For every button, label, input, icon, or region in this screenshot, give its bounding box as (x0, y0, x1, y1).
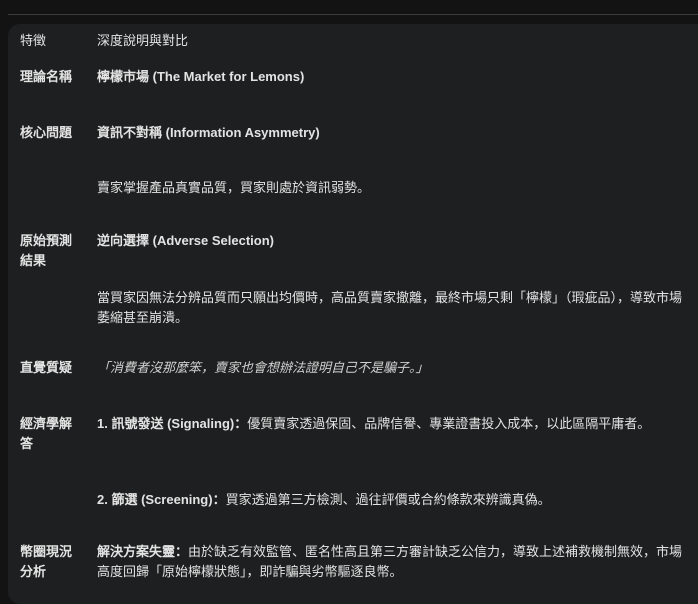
row-value-intuition: 「消費者沒那麼笨，賣家也會想辦法證明自己不是騙子。」 (97, 360, 429, 375)
signaling-text: 優質賣家透過保固、品牌信譽、專業證書投入成本，以此區隔平庸者。 (247, 416, 651, 431)
signaling-title: 1. 訊號發送 (Signaling)： (97, 416, 248, 431)
row-value-prediction: 逆向選擇 (Adverse Selection) (97, 231, 687, 251)
row-label-economics-answer: 經濟學解答 (20, 416, 73, 451)
divider (8, 14, 698, 15)
row-value-crypto-analysis: 解決方案失靈：由於缺乏有效監管、匿名性高且第三方審計缺乏公信力，導致上述補救機制… (97, 542, 687, 582)
value-bold: 解決方案失靈： (97, 544, 189, 559)
screening-title: 2. 篩選 (Screening)： (97, 492, 226, 507)
screening-text: 買家透過第三方檢測、過往評價或合約條款來辨識真偽。 (225, 492, 551, 507)
row-detail-prediction: 當買家因無法分辨品質而只願出均價時，高品質賣家撤離，最終市場只剩「檸檬」（瑕疵品… (97, 290, 683, 325)
table-header-label: 特徵 (20, 33, 47, 48)
value-bold: 檸檬市場 (The Market for Lemons) (97, 69, 305, 84)
value-bold: 資訊不對稱 (Information Asymmetry) (97, 125, 320, 140)
row-label-prediction: 原始預測結果 (20, 233, 73, 268)
row-value-core-problem: 資訊不對稱 (Information Asymmetry) (97, 123, 687, 143)
row-label-intuition: 直覺質疑 (20, 360, 73, 375)
row-value-theory-name: 檸檬市場 (The Market for Lemons) (97, 67, 687, 87)
row-value-signaling: 1. 訊號發送 (Signaling)：優質賣家透過保固、品牌信譽、專業證書投入… (97, 414, 687, 434)
row-label-core-problem: 核心問題 (20, 125, 73, 140)
table-header-value: 深度說明與對比 (97, 33, 189, 48)
row-label-theory-name: 理論名稱 (20, 69, 73, 84)
row-label-crypto-analysis: 幣圈現況分析 (20, 544, 73, 579)
row-detail-core-problem: 賣家掌握產品真實品質，買家則處於資訊弱勢。 (97, 180, 371, 195)
row-value-screening: 2. 篩選 (Screening)：買家透過第三方檢測、過往評價或合約條款來辨識… (97, 490, 687, 510)
value-bold: 逆向選擇 (Adverse Selection) (97, 233, 274, 248)
